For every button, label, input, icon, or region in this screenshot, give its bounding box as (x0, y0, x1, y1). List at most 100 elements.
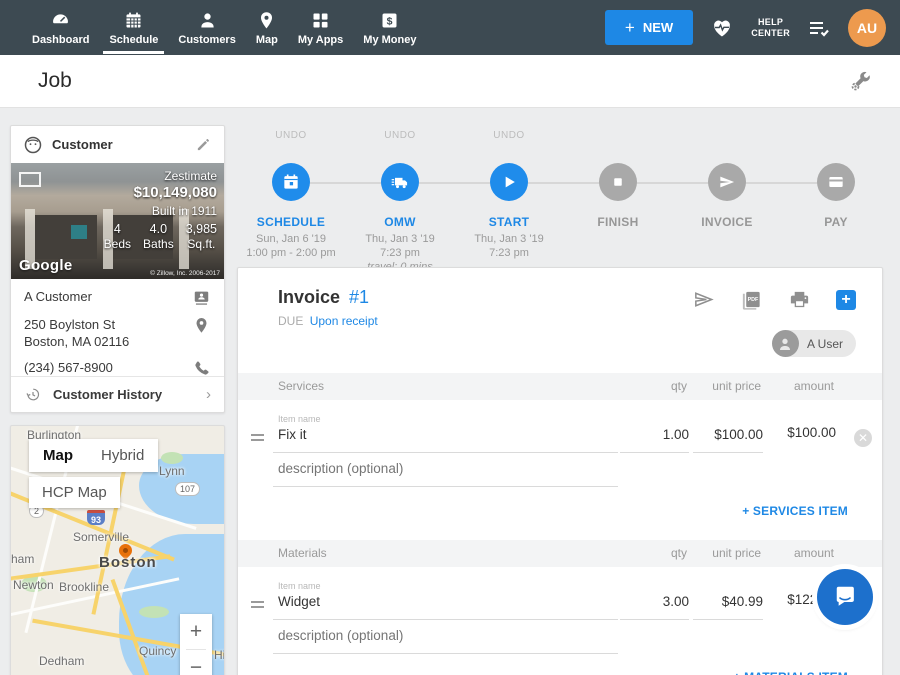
sqft-value: 3,985 (186, 222, 217, 236)
zoom-in-button[interactable]: + (180, 614, 212, 649)
unit-price-column-header: unit price (712, 379, 761, 393)
baths-value: 4.0 (143, 222, 174, 236)
due-value-link[interactable]: Upon receipt (310, 314, 378, 328)
nav-my-money-label: My Money (363, 34, 416, 46)
add-invoice-button[interactable]: + (836, 290, 856, 310)
pdf-icon[interactable]: PDF (740, 288, 763, 311)
add-materials-item-link[interactable]: + MATERIALS ITEM (733, 670, 848, 675)
omw-step-button[interactable] (381, 163, 419, 201)
timeline-step-schedule: UNDO SCHEDULE Sun, Jan 6 '191:00 pm - 2:… (236, 130, 346, 260)
schedule-date: Sun, Jan 6 '19 (256, 233, 326, 245)
nav-customers-label: Customers (178, 34, 235, 46)
field-underline (273, 653, 618, 654)
service-amount-value: $100.00 (738, 425, 836, 440)
invoice-actions: PDF + (692, 288, 856, 311)
omw-step-label: OMW (345, 215, 455, 229)
start-time: 7:23 pm (489, 247, 529, 259)
nav-dashboard[interactable]: Dashboard (22, 0, 99, 55)
map-park (161, 452, 183, 464)
edit-pencil-icon[interactable] (195, 136, 212, 153)
schedule-time: 1:00 pm - 2:00 pm (246, 247, 335, 259)
material-item-name-field[interactable]: Widget (278, 594, 320, 609)
finish-step-label: FINISH (563, 215, 673, 229)
location-pin-icon[interactable] (192, 316, 211, 335)
hcp-map-button[interactable]: HCP Map (29, 477, 120, 508)
new-button[interactable]: + NEW (605, 10, 693, 45)
sqft-label: Sq.ft. (186, 237, 217, 251)
task-list-check-icon[interactable] (807, 16, 831, 40)
health-heart-pulse-icon[interactable] (710, 16, 734, 40)
nav-my-apps[interactable]: My Apps (288, 0, 353, 55)
nav-schedule[interactable]: Schedule (99, 0, 168, 55)
amount-column-header: amount (794, 379, 834, 393)
map-label-waltham: ham (11, 552, 34, 566)
map-type-map-button[interactable]: Map (29, 439, 87, 472)
contact-card-icon[interactable] (192, 288, 211, 307)
drag-handle[interactable] (251, 434, 264, 444)
baths-label: Baths (143, 237, 174, 251)
truck-icon (390, 172, 410, 192)
customer-history-label: Customer History (53, 387, 206, 402)
map-label-lynn: Lynn (159, 464, 185, 478)
add-services-item-link[interactable]: + SERVICES ITEM (742, 504, 848, 518)
field-underline (620, 452, 689, 453)
zoom-out-button[interactable]: − (180, 650, 212, 675)
delete-item-icon[interactable]: ✕ (854, 429, 872, 447)
customer-history-row[interactable]: Customer History › (11, 376, 224, 412)
map-type-hybrid-button[interactable]: Hybrid (87, 439, 158, 472)
assigned-user-chip[interactable]: A User (772, 330, 856, 357)
user-avatar[interactable]: AU (848, 9, 886, 47)
plus-icon: + (625, 18, 635, 38)
nav-my-money[interactable]: $ My Money (353, 0, 426, 55)
nav-map-label: Map (256, 34, 278, 46)
interstate-93-shield: 93 (87, 510, 105, 525)
google-watermark: Google (19, 257, 72, 274)
map-card[interactable]: Burlington Lynn 107 2 93 Somerville ham … (10, 425, 225, 675)
chevron-right-icon: › (206, 386, 211, 403)
zillow-copyright: © Zillow, Inc. 2006-2017 (150, 270, 220, 277)
invoice-step-button[interactable] (708, 163, 746, 201)
material-description-input[interactable] (278, 628, 618, 643)
item-name-label: Item name (278, 414, 321, 424)
user-chip-label: A User (807, 337, 843, 351)
timeline-step-start: UNDO START Thu, Jan 3 '197:23 pm (454, 130, 564, 260)
beds-value: 4 (104, 222, 131, 236)
nav-map[interactable]: Map (246, 0, 288, 55)
customer-name: A Customer (24, 288, 92, 305)
service-item-name-field[interactable]: Fix it (278, 427, 307, 442)
qty-column-header: qty (671, 546, 687, 560)
customer-card: Customer Zestimate $10,149,080 Built in … (10, 125, 225, 413)
stop-icon (608, 172, 628, 192)
customer-phone: (234) 567-8900 (24, 359, 113, 376)
print-icon[interactable] (788, 288, 811, 311)
undo-schedule-link[interactable]: UNDO (236, 130, 346, 144)
field-underline (693, 452, 763, 453)
field-underline (693, 619, 763, 620)
invoice-number-link[interactable]: #1 (349, 287, 369, 307)
schedule-step-button[interactable] (272, 163, 310, 201)
help-center-link[interactable]: HELP CENTER (751, 17, 790, 39)
start-step-button[interactable] (490, 163, 528, 201)
service-qty-field[interactable]: 1.00 (620, 427, 689, 442)
property-stats: 4Beds 4.0Baths 3,985Sq.ft. (104, 222, 217, 251)
map-label-hingham: Hi (214, 648, 225, 662)
chat-support-button[interactable] (817, 569, 873, 625)
undo-omw-link[interactable]: UNDO (345, 130, 455, 144)
field-underline (273, 452, 618, 453)
drag-handle[interactable] (251, 601, 264, 611)
pay-step-button[interactable] (817, 163, 855, 201)
material-qty-field[interactable]: 3.00 (620, 594, 689, 609)
page-title: Job (38, 69, 72, 93)
built-year: Built in 1911 (104, 204, 217, 218)
timeline-step-omw: UNDO OMW Thu, Jan 3 '197:23 pmtravel: 0 … (345, 130, 455, 274)
undo-start-link[interactable]: UNDO (454, 130, 564, 144)
job-tools-icon[interactable] (848, 70, 872, 94)
pay-step-label: PAY (781, 215, 891, 229)
service-description-input[interactable] (278, 461, 618, 476)
finish-step-button[interactable] (599, 163, 637, 201)
send-invoice-icon[interactable] (692, 288, 715, 311)
nav-my-apps-label: My Apps (298, 34, 343, 46)
nav-customers[interactable]: Customers (168, 0, 245, 55)
map-label-newton: Newton (13, 578, 54, 592)
property-photo[interactable]: Zestimate $10,149,080 Built in 1911 4Bed… (11, 163, 224, 279)
